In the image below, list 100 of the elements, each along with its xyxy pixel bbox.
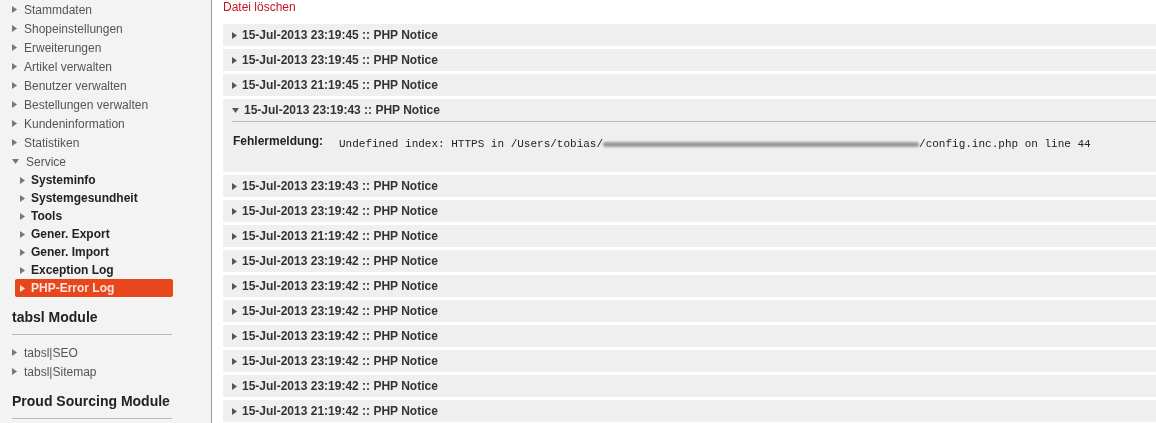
log-entry-title: 15-Jul-2013 23:19:45 :: PHP Notice [242, 52, 438, 69]
caret-right-icon [232, 332, 237, 340]
caret-right-icon [232, 307, 237, 315]
menu-item-label: tabsl|SEO [24, 344, 78, 362]
menu-item-label: Benutzer verwalten [24, 77, 127, 95]
sidebar-item[interactable]: Gener. Export [15, 225, 173, 243]
caret-right-icon [12, 120, 17, 127]
caret-right-icon [232, 56, 237, 64]
menu-item-label: Artikel verwalten [24, 58, 113, 76]
caret-right-icon [232, 81, 237, 89]
caret-right-icon [12, 44, 17, 51]
menu-item-label: Bestellungen verwalten [24, 96, 149, 114]
menu-item[interactable]: Statistiken [12, 133, 211, 152]
caret-right-icon [12, 368, 17, 375]
menu-item-label: Service [26, 153, 66, 171]
caret-down-icon [232, 107, 239, 113]
log-entry-header[interactable]: 15-Jul-2013 23:19:42 :: PHP Notice [223, 275, 1156, 297]
menu-item-label: Stammdaten [24, 1, 93, 19]
caret-right-icon [20, 284, 25, 292]
caret-right-icon [12, 101, 17, 108]
delete-file-link[interactable]: Datei löschen [223, 0, 296, 18]
menu-item-label: Erweiterungen [24, 39, 102, 57]
error-label: Fehlermeldung: [233, 133, 323, 150]
sidebar-item-label: Systemgesundheit [31, 190, 138, 207]
menu-item[interactable]: Bestellungen verwalten [12, 95, 211, 114]
section-heading: tabsl Module [12, 308, 99, 327]
sidebar-item[interactable]: Tools [15, 207, 173, 225]
caret-right-icon [232, 182, 237, 190]
sidebar-item-label: Systeminfo [31, 172, 96, 189]
sidebar-item-label: Exception Log [31, 262, 114, 279]
log-entry-title: 15-Jul-2013 23:19:42 :: PHP Notice [242, 278, 438, 295]
log-entry-title: 15-Jul-2013 23:19:42 :: PHP Notice [242, 353, 438, 370]
caret-right-icon [12, 82, 17, 89]
menu-item[interactable]: Stammdaten [12, 0, 211, 19]
caret-right-icon [232, 31, 237, 39]
caret-right-icon [20, 230, 25, 238]
log-entry-header[interactable]: 15-Jul-2013 23:19:42 :: PHP Notice [223, 250, 1156, 272]
menu-item-label: tabsl|Sitemap [24, 363, 97, 381]
log-entry-title: 15-Jul-2013 21:19:45 :: PHP Notice [242, 77, 438, 94]
caret-right-icon [20, 212, 25, 220]
log-entry-header[interactable]: 15-Jul-2013 23:19:42 :: PHP Notice [223, 300, 1156, 322]
caret-right-icon [232, 382, 237, 390]
log-entry-header[interactable]: 15-Jul-2013 23:19:42 :: PHP Notice [223, 375, 1156, 397]
log-entry-header[interactable]: 15-Jul-2013 21:19:45 :: PHP Notice [223, 74, 1156, 96]
caret-right-icon [232, 232, 237, 240]
sidebar-item-label: Gener. Import [31, 244, 110, 261]
log-entry-header[interactable]: 15-Jul-2013 21:19:42 :: PHP Notice [223, 400, 1156, 422]
log-entry-title: 15-Jul-2013 23:19:45 :: PHP Notice [242, 27, 438, 44]
log-entry-header[interactable]: 15-Jul-2013 23:19:42 :: PHP Notice [223, 325, 1156, 347]
menu-item-label: Kundeninformation [24, 115, 125, 133]
caret-right-icon [232, 282, 237, 290]
caret-right-icon [20, 248, 25, 256]
log-entry-header[interactable]: 15-Jul-2013 21:19:42 :: PHP Notice [223, 225, 1156, 247]
log-entry-title: 15-Jul-2013 23:19:43 :: PHP Notice [244, 102, 440, 119]
menu-item[interactable]: Shopeinstellungen [12, 19, 211, 38]
log-entry-title: 15-Jul-2013 23:19:42 :: PHP Notice [242, 203, 438, 220]
menu-item[interactable]: tabsl|SEO [12, 343, 211, 362]
menu-item-label: Statistiken [24, 134, 80, 152]
log-entry-title: 15-Jul-2013 23:19:42 :: PHP Notice [242, 378, 438, 395]
menu-item[interactable]: Kundeninformation [12, 114, 211, 133]
caret-right-icon [232, 257, 237, 265]
caret-right-icon [12, 6, 17, 13]
menu-item-label: Shopeinstellungen [24, 20, 123, 38]
error-message-start: Undefined index: HTTPS in /Users/tobias/ [339, 137, 604, 152]
sidebar-item[interactable]: Exception Log [15, 261, 173, 279]
sidebar-item[interactable]: Gener. Import [15, 243, 173, 261]
log-entry-header[interactable]: 15-Jul-2013 23:19:45 :: PHP Notice [223, 49, 1156, 71]
caret-right-icon [20, 194, 25, 202]
caret-down-icon [12, 159, 19, 164]
log-entry-header[interactable]: 15-Jul-2013 23:19:42 :: PHP Notice [223, 200, 1156, 222]
caret-right-icon [12, 63, 17, 70]
caret-right-icon [232, 207, 237, 215]
log-entry-title: 15-Jul-2013 21:19:42 :: PHP Notice [242, 403, 438, 420]
menu-item[interactable]: Artikel verwalten [12, 57, 211, 76]
log-entry-title: 15-Jul-2013 23:19:42 :: PHP Notice [242, 328, 438, 345]
sidebar-item-label: PHP-Error Log [31, 280, 115, 297]
log-entry-header[interactable]: 15-Jul-2013 23:19:45 :: PHP Notice [223, 24, 1156, 46]
caret-right-icon [232, 357, 237, 365]
menu-item[interactable]: Erweiterungen [12, 38, 211, 57]
sidebar-item-label: Tools [31, 208, 63, 225]
caret-right-icon [20, 266, 25, 274]
log-entry-title: 15-Jul-2013 21:19:42 :: PHP Notice [242, 228, 438, 245]
sidebar-item[interactable]: Systeminfo [15, 171, 173, 189]
menu-item[interactable]: tabsl|Sitemap [12, 362, 211, 381]
log-entry-header[interactable]: 15-Jul-2013 23:19:43 :: PHP Notice [223, 175, 1156, 197]
menu-item[interactable]: Service [12, 152, 211, 171]
menu-item[interactable]: Benutzer verwalten [12, 76, 211, 95]
log-entry-title: 15-Jul-2013 23:19:42 :: PHP Notice [242, 253, 438, 270]
caret-right-icon [12, 25, 17, 32]
log-entry-header[interactable]: 15-Jul-2013 23:19:42 :: PHP Notice [223, 350, 1156, 372]
caret-right-icon [232, 407, 237, 415]
error-message-end: /config.inc.php on line 44 [919, 137, 1091, 152]
log-entry-title: 15-Jul-2013 23:19:42 :: PHP Notice [242, 303, 438, 320]
sidebar-item[interactable]: Systemgesundheit [15, 189, 173, 207]
log-entry-header[interactable]: 15-Jul-2013 23:19:43 :: PHP Notice [223, 99, 1156, 121]
sidebar-item-label: Gener. Export [31, 226, 110, 243]
caret-right-icon [20, 176, 25, 184]
caret-right-icon [12, 139, 17, 146]
section-heading: Proud Sourcing Module [12, 392, 171, 411]
caret-right-icon [12, 349, 17, 356]
